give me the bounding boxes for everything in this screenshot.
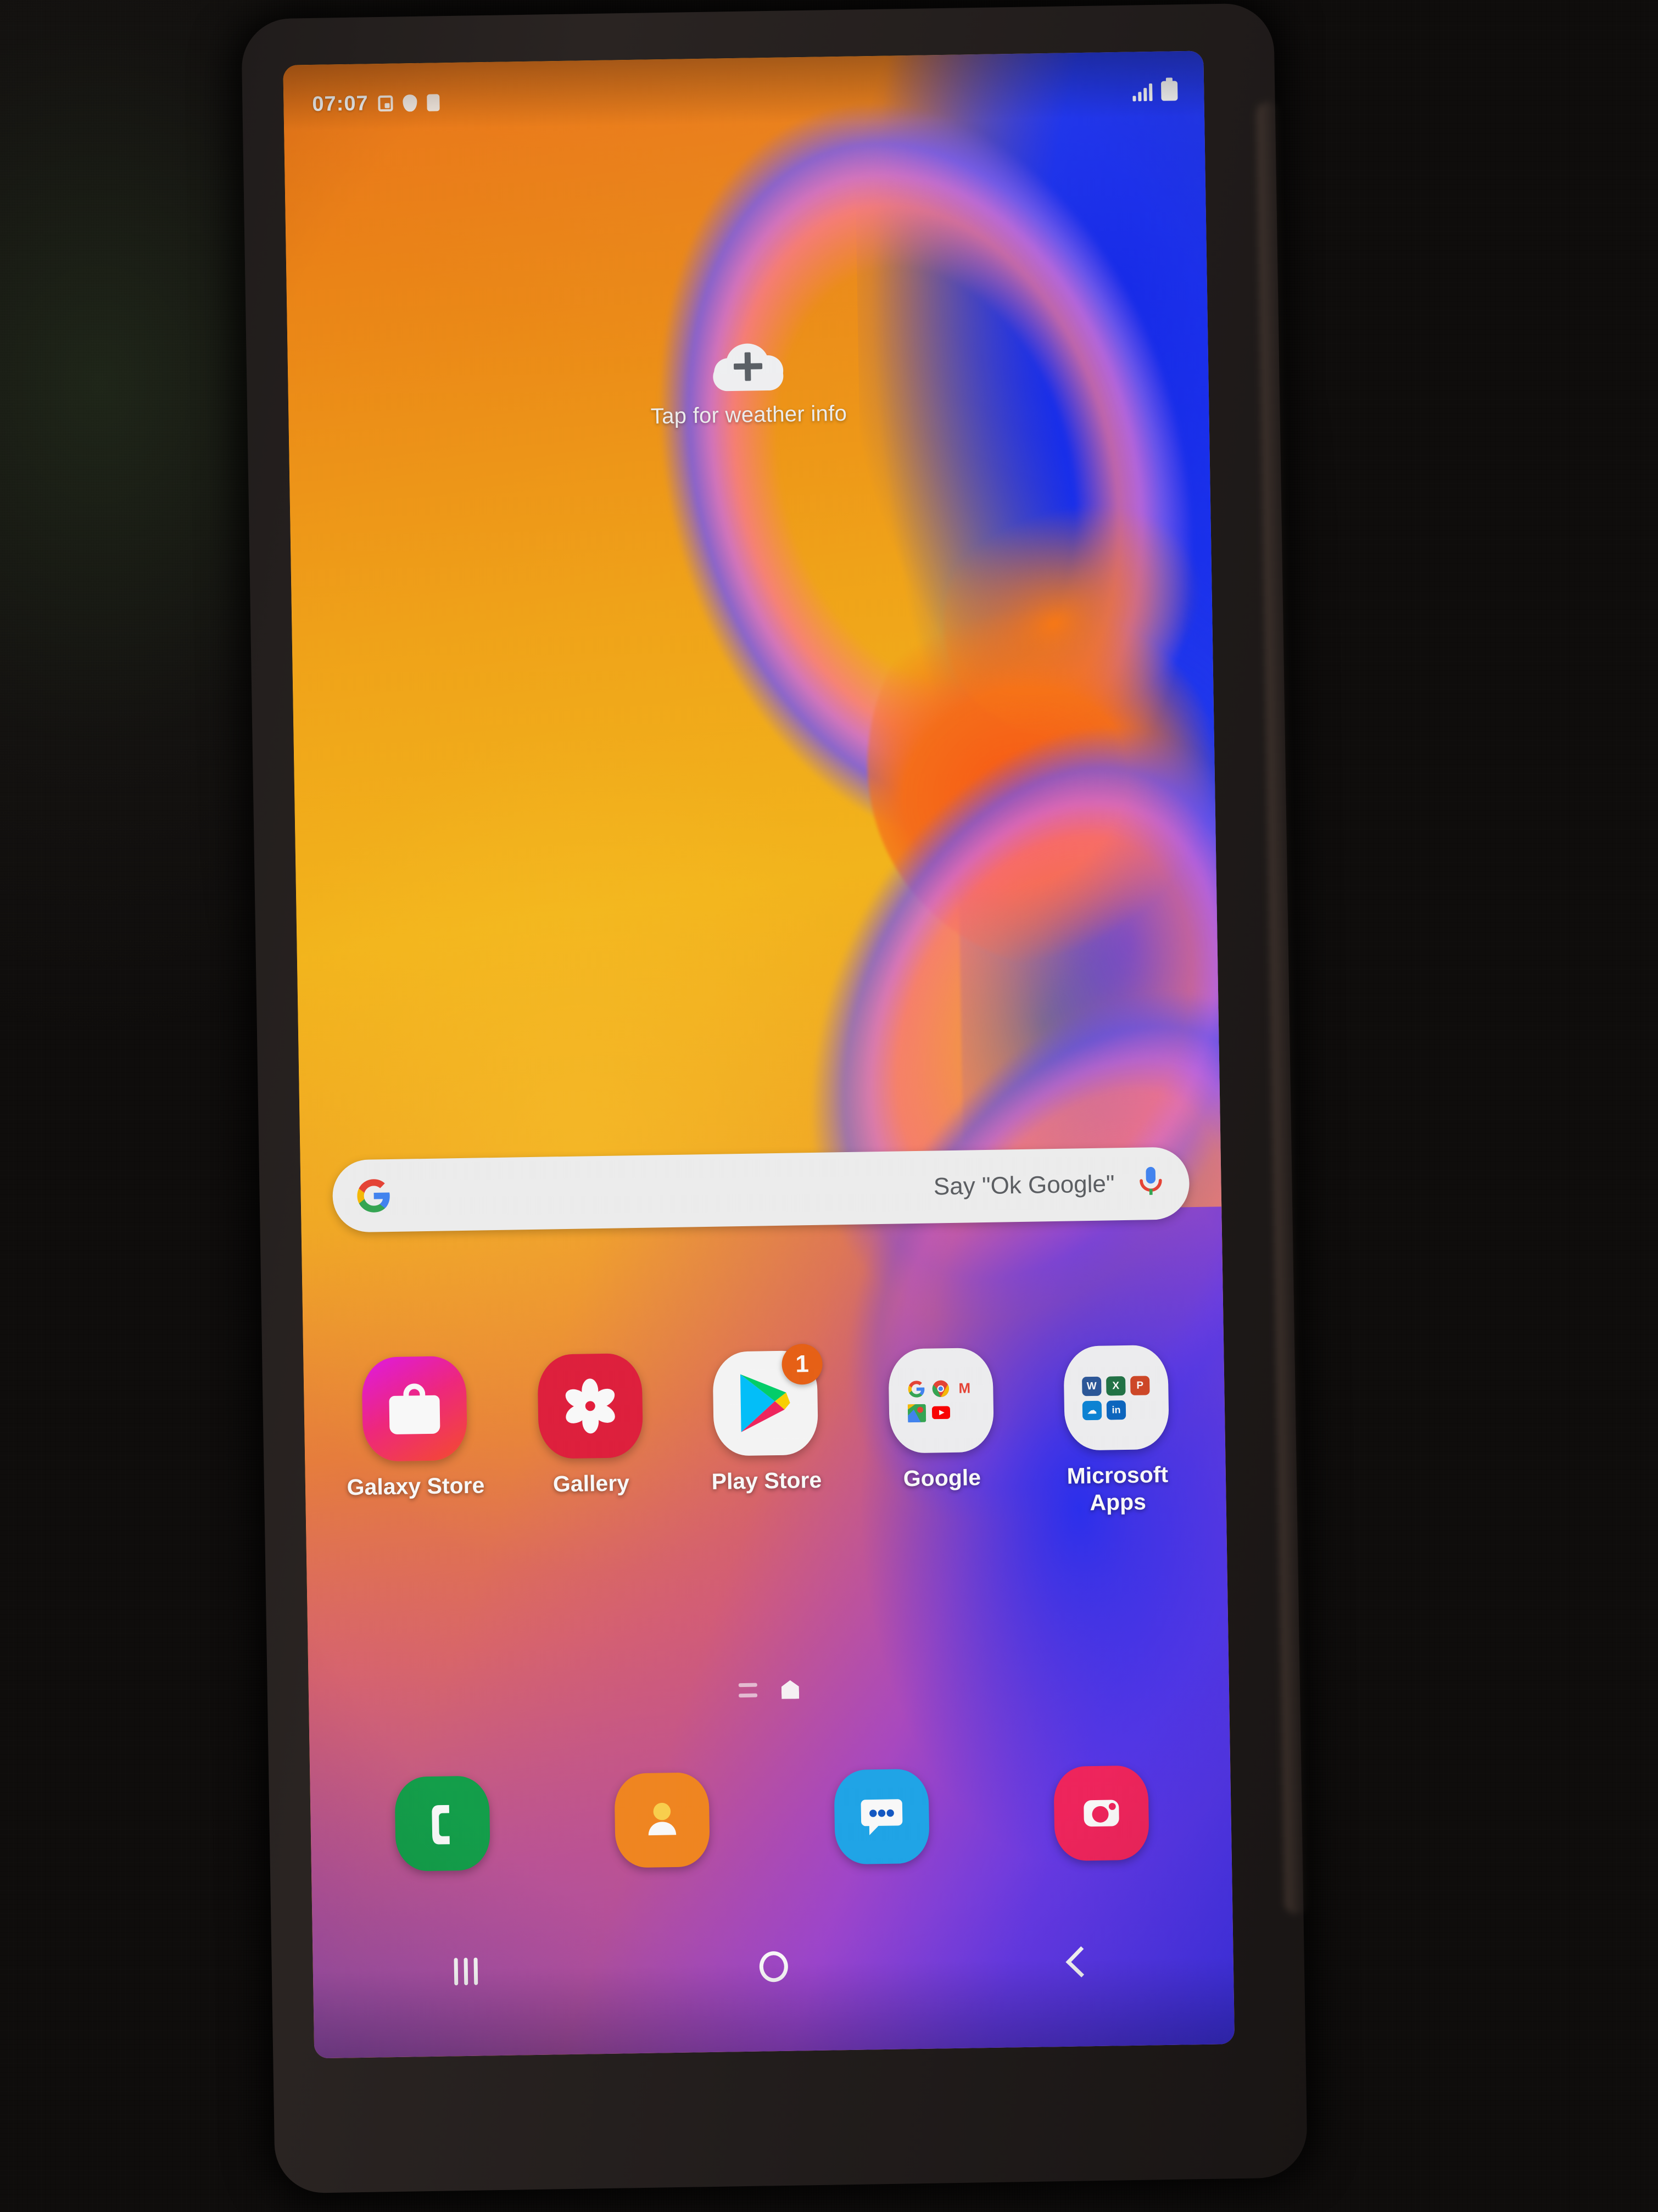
chrome-mini-icon (931, 1379, 951, 1399)
app-label: Galaxy Store (347, 1472, 485, 1500)
word-mini-icon: W (1082, 1376, 1102, 1396)
cloud-plus-icon (712, 343, 784, 392)
phone-screen: 07:07 Tap for weather info Say "Ok Googl… (283, 51, 1235, 2059)
status-bar-left: 07:07 (312, 91, 440, 116)
battery-icon (1160, 81, 1178, 101)
weather-widget-label: Tap for weather info (650, 401, 847, 429)
home-icon[interactable] (759, 1951, 789, 1982)
recents-icon[interactable] (454, 1957, 478, 1986)
onedrive-mini-icon: ☁ (1082, 1400, 1102, 1420)
page-indicator (309, 1673, 1229, 1706)
google-g-icon (357, 1179, 390, 1213)
powerpoint-mini-icon: P (1130, 1375, 1150, 1395)
maps-mini-icon (907, 1403, 926, 1423)
app-gallery[interactable]: Gallery (510, 1353, 672, 1526)
contacts-icon[interactable] (614, 1772, 710, 1868)
app-label: Play Store (711, 1467, 822, 1494)
search-input[interactable]: Say "Ok Google" (392, 1170, 1137, 1209)
play-store-badge: 1 (781, 1343, 823, 1385)
weather-widget[interactable]: Tap for weather info (288, 336, 1209, 434)
phone-icon[interactable] (394, 1775, 491, 1872)
app-play-store[interactable]: 1 Play Store (685, 1343, 847, 1523)
signal-bars-icon (1132, 82, 1153, 102)
app-label: Gallery (552, 1470, 630, 1497)
gallery-icon (537, 1353, 643, 1459)
screenshot-icon (378, 95, 393, 111)
status-bar-right (1132, 81, 1178, 102)
page-dot-apps-list[interactable] (738, 1683, 758, 1698)
app-label: Microsoft Apps (1067, 1461, 1169, 1516)
home-screen: 07:07 Tap for weather info Say "Ok Googl… (283, 51, 1235, 2058)
page-dot-home[interactable] (781, 1680, 800, 1699)
excel-mini-icon: X (1106, 1376, 1126, 1396)
app-galaxy-store[interactable]: Galaxy Store (334, 1355, 496, 1528)
messages-icon[interactable] (834, 1768, 930, 1865)
shield-icon (403, 94, 417, 111)
sim-card-icon (427, 93, 440, 111)
back-icon[interactable] (1065, 1946, 1097, 1978)
microsoft-folder-icon: W X P ☁ in (1063, 1344, 1170, 1451)
app-label: Google (903, 1465, 981, 1492)
app-folder-microsoft[interactable]: W X P ☁ in Microsoft Apps (1036, 1344, 1198, 1517)
dock (332, 1764, 1212, 1873)
gmail-mini-icon: M (958, 1379, 971, 1397)
camera-icon[interactable] (1053, 1765, 1149, 1862)
phone-device: 07:07 Tap for weather info Say "Ok Googl… (241, 3, 1308, 2194)
status-clock: 07:07 (312, 91, 369, 116)
linkedin-mini-icon: in (1106, 1400, 1126, 1420)
microphone-icon[interactable] (1136, 1165, 1165, 1202)
app-folder-google[interactable]: M Google (861, 1347, 1023, 1520)
google-search-bar[interactable]: Say "Ok Google" (332, 1147, 1190, 1233)
google-mini-icon (907, 1379, 926, 1399)
google-folder-icon: M (887, 1347, 994, 1454)
navigation-bar (313, 1944, 1234, 1989)
youtube-mini-icon (931, 1403, 951, 1423)
app-grid: Galaxy Store Gallery 1 Play Store M Goog… (325, 1343, 1207, 1528)
galaxy-store-icon (361, 1355, 468, 1462)
status-bar: 07:07 (283, 70, 1204, 124)
